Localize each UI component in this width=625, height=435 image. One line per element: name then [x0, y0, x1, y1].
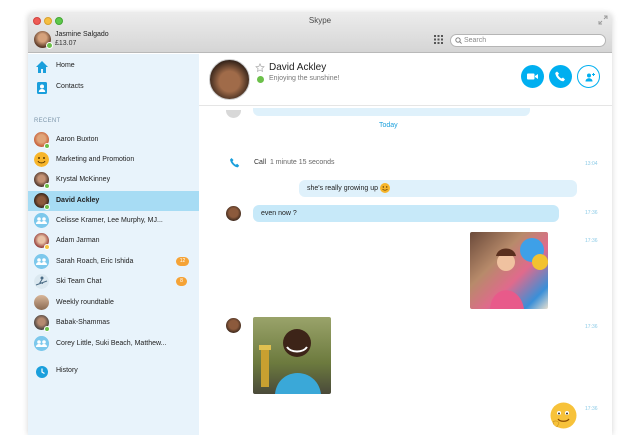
nav-label: History [56, 367, 78, 374]
presence-icon [257, 76, 264, 83]
avatar [226, 110, 241, 118]
contact-avatar[interactable] [209, 59, 250, 100]
presence-icon [44, 326, 50, 332]
search-icon [455, 37, 462, 44]
voice-call-button[interactable] [549, 65, 572, 88]
add-participant-button[interactable] [577, 65, 600, 88]
smiley-icon [379, 183, 390, 194]
contact-david-ackley[interactable]: David Ackley [28, 191, 199, 211]
photo-image [490, 238, 548, 309]
dialpad-icon[interactable] [434, 35, 443, 44]
recent-header: RECENT [34, 118, 61, 124]
star-icon[interactable] [255, 63, 265, 73]
contact-avatar [226, 206, 241, 221]
contact-name: Ski Team Chat [56, 278, 102, 285]
presence-icon [44, 204, 50, 210]
contact-name: Sarah Roach, Eric Ishida [56, 258, 134, 265]
presence-icon [44, 244, 50, 250]
day-divider: Today [379, 122, 398, 129]
group-icon [34, 336, 49, 351]
avatar [34, 295, 49, 310]
video-icon [527, 73, 538, 80]
nav-label: Contacts [56, 83, 84, 90]
message-bubble[interactable]: even now ? [253, 205, 559, 222]
shared-photo-girl-balloons[interactable] [470, 232, 548, 309]
history-icon [36, 366, 48, 378]
window-title: Skype [308, 16, 332, 25]
contact-name: Celisse Kramer, Lee Murphy, MJ... [56, 217, 163, 224]
message-bubble[interactable]: she's really growing up [299, 180, 577, 197]
contact-marketing-and-promotion[interactable]: Marketing and Promotion [28, 150, 199, 170]
title-bar: Skype Jasmine Salgado £13.07 Search [28, 13, 612, 53]
contact-name: Marketing and Promotion [56, 156, 135, 163]
contact-krystal-mckinney[interactable]: Krystal McKinney [28, 170, 199, 190]
contact-babak-shammas[interactable]: Babak-Shammas [28, 313, 199, 333]
call-label: Call [254, 159, 267, 166]
contact-name: Babak-Shammas [56, 319, 110, 326]
contact-name: Weekly roundtable [56, 299, 114, 306]
emoticon-icon[interactable] [550, 402, 577, 429]
group-icon [34, 254, 49, 269]
search-input[interactable]: Search [450, 34, 606, 47]
fullscreen-icon[interactable] [598, 15, 608, 25]
timestamp: 13:04 [585, 161, 598, 167]
contact-weekly-roundtable[interactable]: Weekly roundtable [28, 293, 199, 313]
skier-icon [34, 274, 49, 289]
sidebar-item-history[interactable]: History [28, 362, 199, 382]
skype-window: Skype Jasmine Salgado £13.07 Search Home… [28, 13, 612, 435]
conversation-pane: David Ackley Enjoying the sunshine! Toda… [199, 54, 612, 435]
phone-icon [230, 158, 240, 168]
timestamp: 17:36 [585, 210, 598, 216]
contact-avatar [226, 318, 241, 333]
contact-name: Adam Jarman [56, 237, 100, 244]
photo-image [259, 329, 321, 394]
call-duration: 1 minute 15 seconds [269, 159, 335, 166]
contact-name: Aaron Buxton [56, 136, 99, 143]
contact-name: David Ackley [56, 197, 100, 204]
mood-message: Enjoying the sunshine! [269, 75, 340, 82]
group-icon [34, 213, 49, 228]
presence-icon [44, 183, 50, 189]
contact-aaron-buxton[interactable]: Aaron Buxton [28, 130, 199, 150]
conversation-title: David Ackley [269, 62, 327, 73]
call-summary: Call 1 minute 15 seconds [254, 159, 335, 166]
message-text: she's really growing up [307, 185, 378, 192]
contact-ski-team-chat[interactable]: Ski Team Chat 8 [28, 272, 199, 292]
presence-icon [44, 143, 50, 149]
contact-name: Corey Little, Suki Beach, Matthew... [56, 340, 167, 347]
timestamp: 17:36 [585, 324, 598, 330]
contacts-icon [37, 82, 47, 94]
unread-badge: 8 [176, 277, 187, 286]
shared-photo-boy-trophy[interactable] [253, 317, 331, 394]
contact-corey-group[interactable]: Corey Little, Suki Beach, Matthew... [28, 334, 199, 354]
conversation-header: David Ackley Enjoying the sunshine! [199, 54, 612, 106]
user-presence-icon [46, 42, 53, 49]
add-person-icon [585, 73, 595, 82]
sidebar-item-contacts[interactable]: Contacts [28, 78, 199, 98]
sidebar: Home Contacts RECENT Aaron Buxton Market… [28, 54, 199, 435]
phone-icon [555, 71, 565, 82]
contact-name: Krystal McKinney [56, 176, 111, 183]
timestamp: 17:36 [585, 238, 598, 244]
video-call-button[interactable] [521, 65, 544, 88]
smiley-icon [34, 152, 49, 167]
timestamp: 17:36 [585, 406, 598, 412]
unread-badge: 12 [176, 257, 189, 266]
message-text: even now ? [261, 210, 297, 217]
nav-label: Home [56, 62, 75, 69]
contact-adam-jarman[interactable]: Adam Jarman [28, 231, 199, 251]
contact-celisse-group[interactable]: Celisse Kramer, Lee Murphy, MJ... [28, 211, 199, 231]
user-credit: £13.07 [55, 40, 77, 47]
user-name[interactable]: Jasmine Salgado [55, 31, 109, 38]
search-placeholder: Search [463, 37, 487, 44]
contact-sarah-eric-group[interactable]: Sarah Roach, Eric Ishida 12 [28, 252, 199, 272]
home-icon [36, 61, 48, 73]
sidebar-item-home[interactable]: Home [28, 57, 199, 77]
previous-message [253, 108, 530, 116]
